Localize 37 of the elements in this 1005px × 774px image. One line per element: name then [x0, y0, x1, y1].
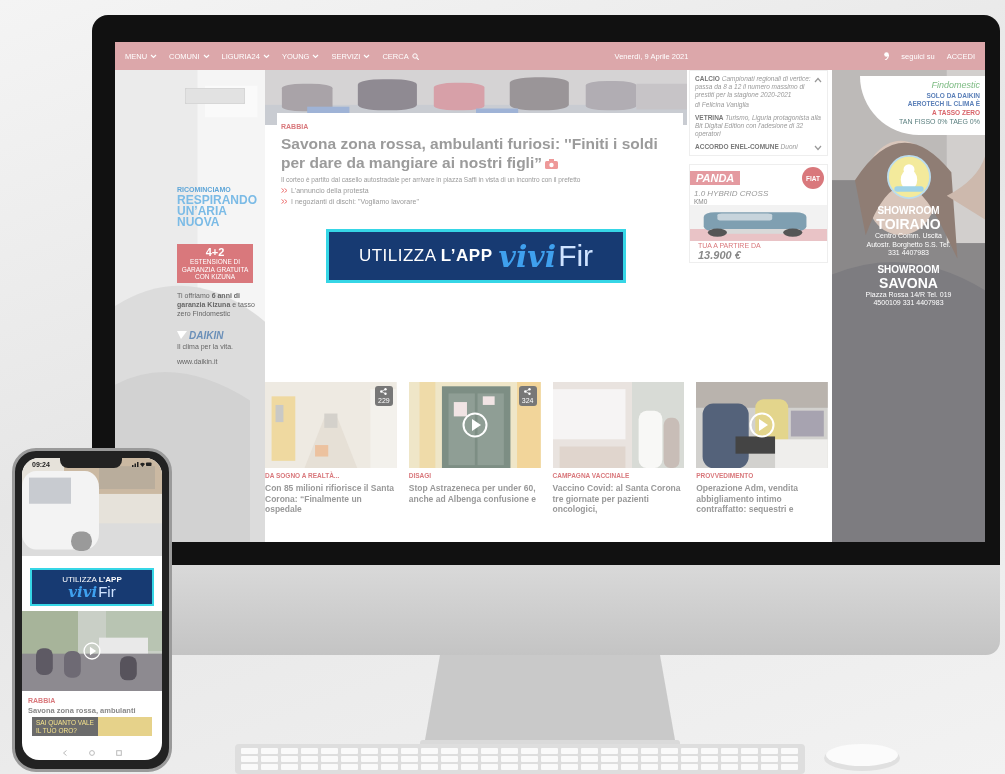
app-banner[interactable]: UTILIZZA L’APP viviFir: [30, 568, 154, 606]
showroom-label: SHOWROOM: [877, 263, 940, 275]
article-title[interactable]: Vaccino Covid: al Santa Corona tre giornate per pazienti oncologici,: [552, 483, 685, 515]
double-chevron-icon: [281, 188, 288, 193]
banner-brand: Fir: [558, 239, 594, 273]
recent-apps-icon[interactable]: [115, 750, 122, 756]
social-icon[interactable]: [884, 52, 890, 60]
chevron-up-icon[interactable]: [814, 77, 822, 83]
banner-brand: vivi: [498, 238, 557, 274]
double-chevron-icon: [281, 199, 288, 204]
home-icon[interactable]: [89, 750, 95, 756]
back-icon[interactable]: [62, 750, 69, 756]
car-version: 1.0 HYBRID CROSS: [693, 189, 770, 198]
camera-icon: [545, 159, 558, 169]
showroom-city: SAVONA: [879, 274, 938, 291]
search-icon: [411, 52, 419, 60]
article-title[interactable]: Operazione Adm, vendita abbigliamento intimo contraffatto: sequestri e: [696, 483, 828, 515]
banner-brand: Fir: [98, 583, 116, 599]
brand-name: Findomestic: [931, 80, 980, 90]
chevron-down-icon: [202, 53, 210, 59]
chevron-down-icon: [262, 53, 270, 59]
chevron-down-icon[interactable]: [814, 145, 822, 151]
article-title[interactable]: Stop Astrazeneca per under 60, anche ad Albenga confusione e: [408, 483, 541, 504]
article-title[interactable]: Savona zona rossa, ambulanti furiosi: ''Finiti i soldi per dare da mangiare ai nostri figli”: [281, 134, 677, 172]
banner-text: UTILIZZA L’APP: [358, 246, 493, 266]
price-text: 13.900 €: [698, 249, 742, 261]
share-icon[interactable]: [380, 388, 388, 395]
chevron-down-icon: [312, 53, 320, 59]
play-icon[interactable]: [749, 412, 776, 438]
share-icon[interactable]: [524, 388, 532, 395]
article-title[interactable]: Con 85 milioni rifiorisce il Santa Corona: “Finalmente un ospedale: [265, 483, 397, 515]
chevron-down-icon: [150, 53, 158, 59]
chevron-down-icon: [363, 53, 371, 59]
phone-notch: [59, 458, 122, 468]
banner-brand: vivi: [68, 584, 98, 600]
car-model: PANDA: [690, 171, 741, 185]
banner-text: UTILIZZA L’APP: [62, 574, 122, 584]
